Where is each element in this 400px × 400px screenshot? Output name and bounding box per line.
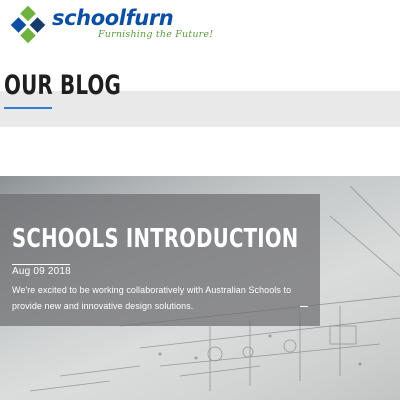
site-header: schoolfurn Furnishing the Future! bbox=[0, 0, 400, 52]
logo-diamond-icon[interactable] bbox=[10, 6, 48, 44]
post-overlay: SCHOOLS INTRODUCTION Aug 09 2018 We're e… bbox=[0, 194, 320, 326]
post-title[interactable]: SCHOOLS INTRODUCTION bbox=[12, 224, 298, 254]
logo-tagline: Furnishing the Future! bbox=[98, 29, 214, 40]
logo-wordmark[interactable]: schoolfurn bbox=[52, 6, 174, 30]
dash-icon[interactable] bbox=[300, 306, 308, 307]
blog-post-card[interactable]: SCHOOLS INTRODUCTION Aug 09 2018 We're e… bbox=[0, 176, 400, 400]
logo-word-furn: furn bbox=[125, 6, 174, 30]
post-excerpt: We're excited to be working collaborativ… bbox=[12, 285, 292, 312]
date-divider bbox=[12, 264, 70, 265]
post-date: Aug 09 2018 bbox=[12, 266, 71, 277]
title-underline bbox=[4, 107, 52, 109]
page-title: OUR BLOG bbox=[4, 70, 122, 101]
logo-word-school: school bbox=[52, 6, 126, 30]
